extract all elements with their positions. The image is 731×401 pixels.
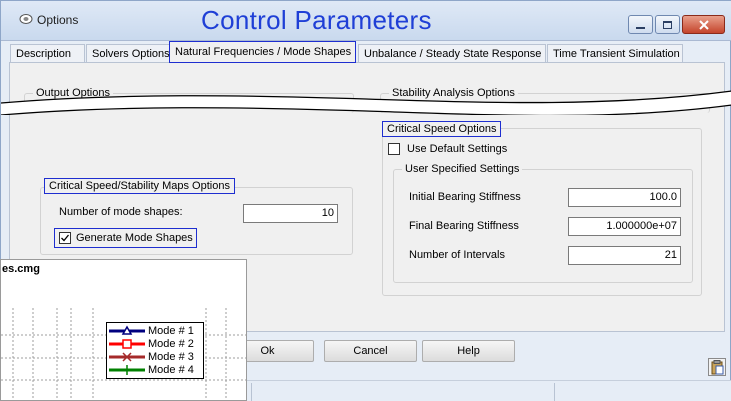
tab-time-transient[interactable]: Time Transient Simulation	[547, 44, 683, 63]
user-specified-settings-group: User Specified Settings Initial Bearing …	[393, 163, 693, 283]
critical-speed-maps-title: Critical Speed/Stability Maps Options	[44, 178, 235, 194]
status-divider	[554, 383, 555, 401]
minimize-button[interactable]	[628, 15, 653, 34]
cancel-button[interactable]: Cancel	[324, 340, 417, 362]
mode-shapes-input[interactable]: 10	[243, 204, 338, 223]
clipboard-icon	[711, 360, 724, 375]
generate-mode-shapes-check[interactable]	[59, 232, 71, 244]
tab-solvers-options[interactable]: Solvers Options	[86, 44, 171, 63]
checkmark-icon	[61, 234, 70, 242]
help-button[interactable]: Help	[422, 340, 515, 362]
close-icon	[698, 19, 709, 30]
clipboard-button[interactable]	[708, 358, 726, 376]
initial-bearing-stiffness-input[interactable]: 100.0	[568, 188, 681, 207]
legend-mode-1: Mode # 1	[148, 325, 194, 337]
legend-mode-3: Mode # 3	[148, 351, 194, 363]
status-divider	[251, 383, 252, 401]
critical-speed-options-title: Critical Speed Options	[382, 121, 502, 137]
critical-speed-options-group: Critical Speed Options Use Default Setti…	[382, 121, 702, 296]
critical-speed-maps-group: Critical Speed/Stability Maps Options Nu…	[40, 178, 353, 255]
maximize-icon	[663, 20, 672, 29]
number-of-intervals-label: Number of Intervals	[409, 249, 505, 261]
control-parameters-heading: Control Parameters	[201, 5, 432, 35]
generate-mode-shapes-checkbox[interactable]: Generate Mode Shapes	[54, 228, 197, 248]
tab-description[interactable]: Description	[10, 44, 85, 63]
tab-strip: Description Solvers Options Natural Freq…	[9, 41, 725, 63]
tab-natural-frequencies[interactable]: Natural Frequencies / Mode Shapes	[169, 41, 356, 63]
window-title: Options	[37, 13, 79, 27]
legend-markers	[109, 325, 145, 375]
initial-bearing-stiffness-label: Initial Bearing Stiffness	[409, 191, 521, 203]
final-bearing-stiffness-label: Final Bearing Stiffness	[409, 220, 519, 232]
legend-marker-1	[121, 325, 133, 335]
minimize-icon	[636, 26, 645, 29]
legend-mode-4: Mode # 4	[148, 364, 194, 376]
generate-mode-shapes-label: Generate Mode Shapes	[76, 232, 193, 244]
options-app-icon	[19, 14, 33, 24]
legend-mode-2: Mode # 2	[148, 338, 194, 350]
number-of-intervals-input[interactable]: 21	[568, 246, 681, 265]
user-specified-settings-title: User Specified Settings	[402, 163, 523, 175]
mode-shape-plot-window[interactable]: es.cmg Mode # 1 Mode # 2 Mode # 3 Mode #…	[0, 259, 247, 401]
mode-shapes-label: Number of mode shapes:	[59, 206, 183, 218]
title-bar[interactable]: Options Control Parameters	[1, 1, 731, 41]
use-default-settings-checkbox[interactable]	[388, 143, 400, 155]
final-bearing-stiffness-input[interactable]: 1.000000e+07	[568, 217, 681, 236]
legend-marker-2	[122, 339, 132, 349]
use-default-settings-label: Use Default Settings	[407, 143, 508, 155]
close-button[interactable]	[682, 15, 725, 34]
maximize-button[interactable]	[655, 15, 680, 34]
plot-legend: Mode # 1 Mode # 2 Mode # 3 Mode # 4	[106, 322, 204, 379]
tab-unbalance-steady-state[interactable]: Unbalance / Steady State Response	[358, 44, 546, 63]
break-mark	[1, 90, 731, 115]
